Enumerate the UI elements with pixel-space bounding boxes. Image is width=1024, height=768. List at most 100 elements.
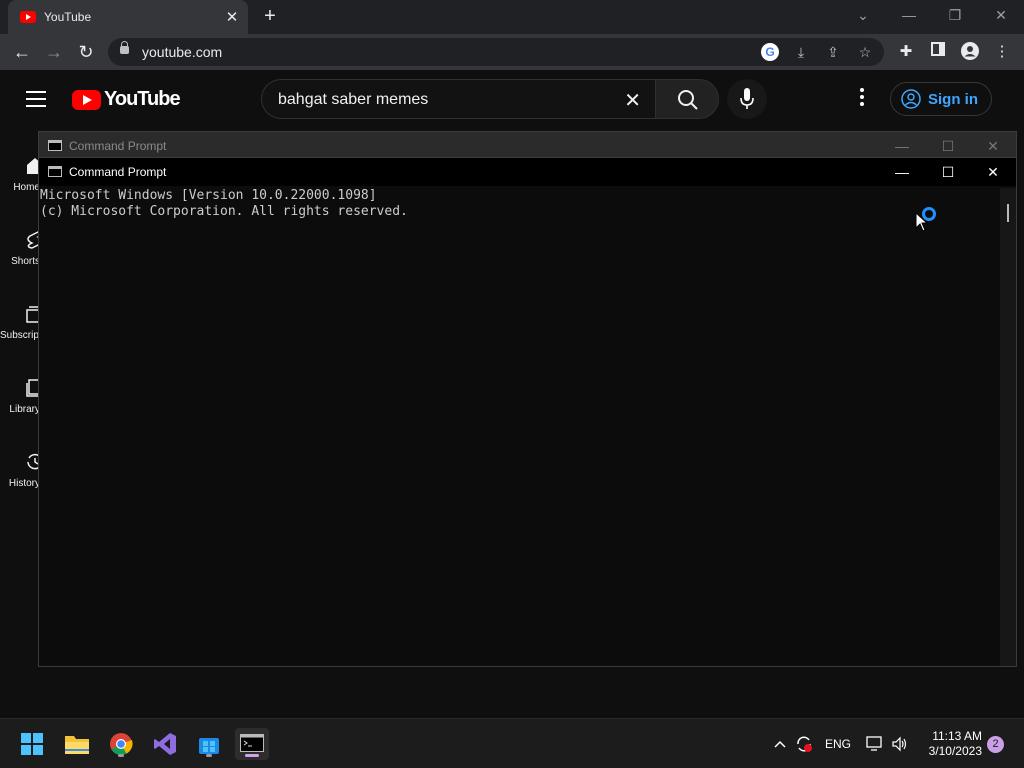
taskbar: ENG 11:13 AM 3/10/2023 2 — [0, 718, 1024, 768]
sync-tray-button[interactable] — [793, 719, 815, 768]
tab-close-icon[interactable]: ✕ — [222, 8, 242, 26]
account-icon — [901, 89, 921, 109]
youtube-guide-sidebar: Home Shorts Subscriptions Library Histor… — [0, 128, 44, 718]
cmd-close-button[interactable]: ✕ — [970, 132, 1016, 160]
sync-error-icon — [797, 736, 812, 752]
taskbar-visual-studio[interactable] — [148, 728, 182, 760]
guide-label: Shorts — [11, 256, 40, 267]
settings-menu-icon[interactable] — [856, 88, 868, 108]
voice-search-button[interactable] — [727, 79, 767, 119]
clock-date: 3/10/2023 — [928, 744, 982, 758]
console-line: (c) Microsoft Corporation. All rights re… — [40, 204, 408, 219]
guide-label: Library — [9, 404, 40, 415]
console-output[interactable]: Microsoft Windows [Version 10.0.22000.10… — [39, 188, 999, 666]
search-icon — [678, 90, 698, 110]
browser-restore-button[interactable]: ❐ — [932, 0, 978, 30]
sign-in-button[interactable]: Sign in — [890, 82, 992, 116]
browser-close-button[interactable]: ✕ — [978, 0, 1024, 30]
start-button[interactable] — [15, 728, 49, 760]
console-scrollbar[interactable] — [1000, 188, 1016, 666]
store-icon — [199, 738, 219, 754]
extensions-icon[interactable]: ✚ — [896, 42, 916, 62]
tab-search-button[interactable]: ⌄ — [840, 0, 886, 30]
search-button[interactable] — [655, 79, 719, 119]
side-panel-icon[interactable] — [928, 42, 948, 62]
running-indicator — [118, 754, 124, 757]
cmd-maximize-button[interactable]: ☐ — [925, 132, 971, 160]
microphone-icon — [740, 88, 754, 109]
install-icon[interactable]: ⤓ — [792, 43, 810, 61]
reload-button[interactable]: ↻ — [73, 39, 99, 65]
tab-youtube[interactable]: YouTube ✕ — [8, 0, 248, 34]
taskbar-chrome[interactable] — [104, 728, 138, 760]
search-query[interactable]: bahgat saber memes — [278, 91, 428, 109]
clock-time: 11:13 AM — [932, 729, 982, 743]
url-text[interactable]: youtube.com — [142, 44, 222, 60]
language-indicator[interactable]: ENG — [822, 719, 854, 768]
guide-item-subscriptions[interactable]: Subscriptions — [0, 292, 44, 352]
guide-item-library[interactable]: Library — [0, 366, 44, 426]
command-prompt-icon — [240, 734, 264, 752]
browser-minimize-button[interactable]: — — [886, 0, 932, 30]
youtube-header: YouTube bahgat saber memes ✕ Sign in — [0, 70, 1024, 128]
taskbar-store[interactable] — [192, 728, 226, 760]
bookmark-star-icon[interactable]: ☆ — [856, 43, 874, 61]
sign-in-label: Sign in — [928, 90, 978, 108]
taskbar-file-explorer[interactable] — [60, 728, 94, 760]
cmd-titlebar[interactable]: Command Prompt — ☐ ✕ — [39, 158, 1016, 186]
cmd-minimize-button[interactable]: — — [879, 158, 925, 186]
notification-badge[interactable]: 2 — [987, 736, 1004, 753]
youtube-play-icon — [72, 89, 101, 110]
guide-label: Home — [13, 182, 40, 193]
share-icon[interactable]: ⇪ — [824, 43, 842, 61]
cmd-minimize-button[interactable]: — — [879, 132, 925, 160]
browser-toolbar: ← → ↻ youtube.com G ⤓ ⇪ ☆ ✚ ⋮ — [0, 34, 1024, 70]
youtube-logo-text: YouTube — [104, 88, 181, 110]
new-tab-button[interactable]: + — [258, 4, 282, 28]
google-icon[interactable]: G — [761, 43, 779, 61]
tab-title: YouTube — [44, 10, 92, 24]
network-tray-button[interactable] — [864, 719, 886, 768]
start-icon — [21, 733, 43, 755]
chevron-up-icon — [774, 740, 786, 748]
network-icon — [866, 736, 882, 751]
profile-icon[interactable] — [960, 42, 980, 62]
volume-tray-button[interactable] — [889, 719, 911, 768]
command-prompt-icon — [48, 140, 62, 151]
command-prompt-window[interactable]: Command Prompt — ☐ ✕ Microsoft Windows [… — [38, 157, 1017, 667]
youtube-logo[interactable]: YouTube — [72, 88, 181, 111]
cmd-close-button[interactable]: ✕ — [970, 158, 1016, 186]
visual-studio-icon — [154, 733, 176, 755]
cmd-window-title: Command Prompt — [69, 165, 167, 179]
menu-icon[interactable]: ⋮ — [992, 42, 1012, 62]
forward-button[interactable]: → — [41, 39, 67, 65]
youtube-favicon-icon — [20, 11, 36, 23]
browser-tab-strip: YouTube ✕ + ⌄ — ❐ ✕ — [0, 0, 1024, 34]
busy-spinner-icon — [922, 207, 936, 221]
cmd-maximize-button[interactable]: ☐ — [925, 158, 971, 186]
show-hidden-icons-button[interactable] — [770, 719, 790, 768]
hamburger-menu-icon[interactable] — [26, 91, 46, 107]
guide-item-home[interactable]: Home — [0, 144, 43, 204]
guide-item-shorts[interactable]: Shorts — [0, 218, 43, 278]
command-prompt-icon — [48, 166, 62, 177]
clear-search-icon[interactable]: ✕ — [624, 88, 641, 113]
scrollbar-thumb[interactable] — [1007, 204, 1009, 222]
system-clock[interactable]: 11:13 AM 3/10/2023 — [916, 729, 982, 759]
console-line: Microsoft Windows [Version 10.0.22000.10… — [40, 188, 377, 203]
volume-icon — [892, 736, 907, 752]
guide-item-history[interactable]: History — [0, 440, 43, 500]
back-button[interactable]: ← — [9, 39, 35, 65]
cmd-titlebar[interactable]: Command Prompt — ☐ ✕ — [39, 132, 1016, 160]
active-indicator — [245, 754, 259, 757]
search-input[interactable]: bahgat saber memes ✕ — [261, 79, 655, 119]
lock-icon[interactable] — [120, 41, 129, 54]
desktop: YouTube ✕ + ⌄ — ❐ ✕ ← → ↻ youtube.com G … — [0, 0, 1024, 768]
address-bar[interactable]: youtube.com G ⤓ ⇪ ☆ — [108, 38, 884, 66]
running-indicator — [206, 754, 212, 757]
chrome-icon — [110, 733, 133, 755]
cmd-window-title: Command Prompt — [69, 139, 167, 153]
guide-label: History — [8, 478, 40, 489]
guide-label: Subscriptions — [0, 330, 40, 341]
taskbar-command-prompt[interactable] — [235, 728, 269, 760]
